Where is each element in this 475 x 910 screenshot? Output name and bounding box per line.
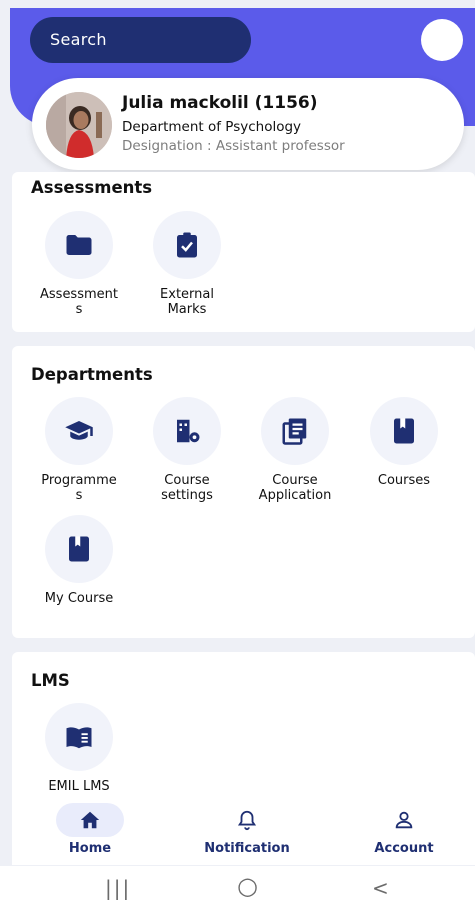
nav-label: Home	[68, 841, 112, 856]
tile-assessments[interactable]: Assessment s	[29, 211, 129, 317]
top-avatar[interactable]	[421, 19, 463, 61]
tile-my-course[interactable]: My Course	[29, 515, 129, 606]
assessments-card: Assessments Assessment s External Marks	[12, 172, 475, 332]
tile-label: settings	[161, 488, 213, 503]
graduation-cap-icon	[65, 421, 93, 440]
tile-label: s	[75, 302, 83, 317]
back-button[interactable]: <	[372, 876, 389, 900]
tile-label: Course	[272, 473, 318, 488]
nav-home[interactable]: Home	[30, 795, 150, 856]
section-title-departments: Departments	[31, 365, 153, 384]
tile-label: External	[160, 287, 214, 302]
profile-card[interactable]: Julia mackolil (1156) Department of Psyc…	[32, 78, 464, 170]
document-list-icon	[282, 418, 307, 445]
nav-notification[interactable]: Notification	[187, 795, 307, 856]
nav-label: Account	[374, 841, 434, 856]
building-gear-icon	[177, 419, 200, 443]
recents-button[interactable]: |||	[105, 876, 131, 900]
tile-label: Programme	[41, 473, 117, 488]
system-nav-bar: ||| ○ <	[0, 866, 475, 910]
book-icon	[69, 536, 89, 562]
tile-courses[interactable]: Courses	[354, 397, 454, 488]
home-icon	[80, 811, 100, 829]
tile-label: s	[75, 488, 83, 503]
profile-department: Department of Psychology	[122, 119, 302, 135]
tile-label: Course	[164, 473, 210, 488]
tile-label: Courses	[377, 473, 431, 488]
tile-programmes[interactable]: Programme s	[29, 397, 129, 503]
book-icon	[394, 418, 414, 444]
tile-label: My Course	[44, 591, 114, 606]
tile-emil-lms[interactable]: EMIL LMS	[29, 703, 129, 794]
tile-course-settings[interactable]: Course settings	[137, 397, 237, 503]
section-title-assessments: Assessments	[31, 178, 153, 197]
section-title-lms: LMS	[31, 671, 70, 690]
search-input[interactable]: Search	[30, 17, 251, 63]
tile-label: EMIL LMS	[48, 779, 110, 794]
home-system-button[interactable]: ○	[237, 872, 258, 900]
open-book-icon	[66, 727, 92, 749]
clipboard-check-icon	[177, 232, 197, 258]
profile-photo	[46, 92, 112, 158]
lms-card: LMS EMIL LMS	[12, 652, 475, 795]
nav-account[interactable]: Account	[344, 795, 464, 856]
user-icon	[395, 811, 413, 829]
departments-card: Departments Programme s Course settings Co…	[12, 346, 475, 638]
profile-designation: Designation : Assistant professor	[122, 138, 345, 154]
nav-label: Notification	[204, 841, 290, 856]
profile-name: Julia mackolil (1156)	[122, 93, 318, 113]
tile-course-application[interactable]: Course Application	[245, 397, 345, 503]
bottom-nav: Home Notification Account	[12, 795, 475, 865]
folder-icon	[66, 235, 92, 255]
tile-external-marks[interactable]: External Marks	[137, 211, 237, 317]
bell-icon	[237, 810, 257, 831]
tile-label: Assessment	[40, 287, 118, 302]
tile-label: Marks	[167, 302, 207, 317]
tile-label: Application	[258, 488, 332, 503]
